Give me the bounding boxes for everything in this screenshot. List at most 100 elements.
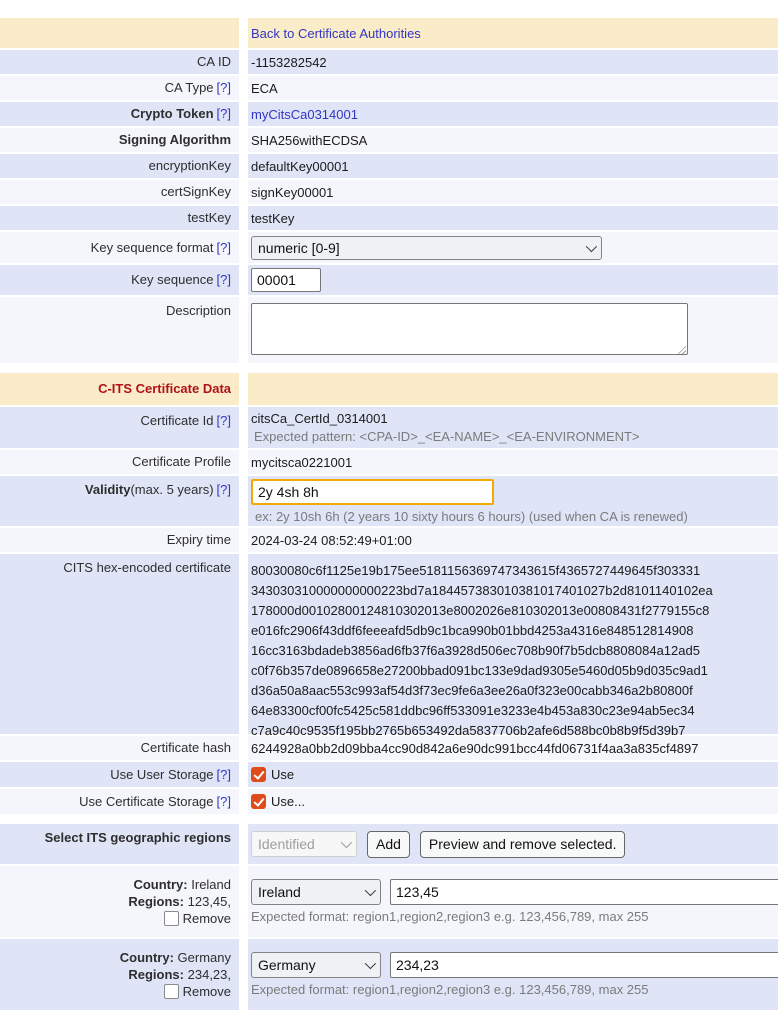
remove-label: Remove [183, 911, 231, 927]
use-user-storage-help-link[interactable]: [?] [217, 767, 231, 782]
use-user-storage-label: Use User Storage [110, 767, 213, 782]
use-user-storage-checkbox[interactable] [251, 767, 266, 782]
row-validity: Validity(max. 5 years) [?] ex: 2y 10sh 6h… [0, 476, 778, 526]
regions-label: Regions: [128, 894, 184, 909]
use-user-storage-checkbox-label: Use [271, 767, 294, 782]
remove-checkbox[interactable] [164, 911, 179, 926]
region-type-select[interactable]: Identified [251, 831, 357, 857]
test-key-label: testKey [188, 210, 231, 226]
description-label: Description [166, 303, 231, 319]
row-crypto-token: Crypto Token[?] myCitsCa0314001 [0, 102, 778, 126]
country-select[interactable]: Germany [251, 952, 381, 978]
cert-sign-key-value: signKey00001 [251, 185, 333, 200]
add-region-button[interactable]: Add [367, 831, 410, 858]
row-expiry-time: Expiry time 2024-03-24 08:52:49+01:00 [0, 528, 778, 552]
chevron-down-icon [365, 884, 376, 895]
value-cell: Back to Certificate Authorities [248, 18, 778, 48]
chevron-down-icon [365, 957, 376, 968]
remove-checkbox[interactable] [164, 984, 179, 999]
signing-algorithm-label: Signing Algorithm [119, 132, 231, 148]
cits-section-title: C-ITS Certificate Data [98, 381, 231, 397]
region-row-germany: Country: Germany Regions: 234,23, Remove… [0, 939, 778, 1010]
validity-label-note: (max. 5 years) [130, 482, 213, 497]
row-encryption-key: encryptionKey defaultKey00001 [0, 154, 778, 178]
row-certificate-id: Certificate Id[?] citsCa_CertId_0314001 … [0, 407, 778, 448]
row-ca-type: CA Type[?] ECA [0, 76, 778, 100]
row-use-user-storage: Use User Storage [?] Use [0, 762, 778, 787]
row-hex-certificate: CITS hex-encoded certificate 80030080c6f… [0, 554, 778, 734]
certificate-id-pattern-hint: Expected pattern: <CPA-ID>_<EA-NAME>_<EA… [251, 429, 640, 445]
row-test-key: testKey testKey [0, 206, 778, 230]
regions-format-hint: Expected format: region1,region2,region3… [251, 909, 649, 925]
certificate-id-label: Certificate Id [141, 413, 214, 428]
key-sequence-format-label: Key sequence format [91, 240, 214, 255]
crypto-token-link[interactable]: myCitsCa0314001 [251, 107, 358, 122]
certificate-hash-label: Certificate hash [141, 740, 231, 756]
key-sequence-format-selected-value: numeric [0-9] [258, 240, 340, 256]
ca-id-label: CA ID [197, 54, 231, 70]
key-sequence-label: Key sequence [131, 272, 213, 287]
row-key-sequence: Key sequence [?] [0, 265, 778, 295]
preview-remove-button[interactable]: Preview and remove selected. [420, 831, 626, 858]
test-key-value: testKey [251, 211, 294, 226]
ca-type-help-link[interactable]: [?] [217, 80, 231, 95]
use-certificate-storage-checkbox[interactable] [251, 794, 266, 809]
country-value: Ireland [191, 877, 231, 892]
region-row-ireland: Country: Ireland Regions: 123,45, Remove… [0, 866, 778, 937]
country-label: Country: [133, 877, 187, 892]
use-certificate-storage-label: Use Certificate Storage [79, 794, 213, 809]
row-certificate-hash: Certificate hash 6244928a0bb2d09bba4cc90… [0, 736, 778, 760]
chevron-down-icon [341, 837, 352, 848]
key-sequence-input[interactable] [251, 268, 321, 292]
row-back-link: Back to Certificate Authorities [0, 18, 778, 48]
regions-input[interactable] [390, 879, 778, 905]
validity-label: Validity [85, 482, 131, 497]
encryption-key-value: defaultKey00001 [251, 159, 349, 174]
country-select-value: Ireland [258, 884, 301, 900]
ca-type-label: CA Type [165, 80, 214, 95]
chevron-down-icon [586, 240, 597, 251]
certificate-id-help-link[interactable]: [?] [217, 413, 231, 428]
section-gap [0, 816, 778, 824]
use-certificate-storage-checkbox-label: Use... [271, 794, 305, 809]
regions-input[interactable] [390, 952, 778, 978]
row-cits-section-header: C-ITS Certificate Data [0, 373, 778, 405]
expiry-time-value: 2024-03-24 08:52:49+01:00 [251, 533, 412, 548]
key-sequence-help-link[interactable]: [?] [217, 272, 231, 287]
regions-format-hint: Expected format: region1,region2,region3… [251, 982, 649, 998]
hex-certificate-text: 80030080c6f1125e19b175ee5181156369747343… [251, 560, 713, 741]
row-certificate-profile: Certificate Profile mycitsca0221001 [0, 450, 778, 474]
certificate-profile-value: mycitsca0221001 [251, 455, 352, 470]
use-certificate-storage-help-link[interactable]: [?] [217, 794, 231, 809]
crypto-token-label: Crypto Token [131, 106, 214, 121]
geographic-regions-label: Select ITS geographic regions [45, 830, 231, 846]
hex-certificate-label: CITS hex-encoded certificate [63, 560, 231, 576]
country-select[interactable]: Ireland [251, 879, 381, 905]
row-key-sequence-format: Key sequence format[?] numeric [0-9] [0, 232, 778, 263]
signing-algorithm-value: SHA256withECDSA [251, 133, 367, 148]
top-whitespace [0, 0, 778, 18]
certificate-id-value: citsCa_CertId_0314001 [251, 411, 388, 426]
validity-input[interactable] [251, 479, 494, 505]
back-to-certificate-authorities-link[interactable]: Back to Certificate Authorities [251, 26, 421, 41]
crypto-token-help-link[interactable]: [?] [217, 106, 231, 121]
cert-sign-key-label: certSignKey [161, 184, 231, 200]
label-cell [0, 18, 239, 48]
validity-help-link[interactable]: [?] [217, 482, 231, 497]
row-ca-id: CA ID -1153282542 [0, 50, 778, 74]
validity-example-hint: ex: 2y 10sh 6h (2 years 10 sixty hours 6… [251, 509, 688, 525]
section-gap [0, 365, 778, 373]
encryption-key-label: encryptionKey [149, 158, 231, 174]
row-cert-sign-key: certSignKey signKey00001 [0, 180, 778, 204]
row-description: Description [0, 297, 778, 363]
country-label: Country: [120, 950, 174, 965]
row-select-geographic-regions: Select ITS geographic regions Identified… [0, 824, 778, 864]
key-sequence-format-help-link[interactable]: [?] [217, 240, 231, 255]
regions-value: 123,45, [188, 894, 231, 909]
region-type-selected-value: Identified [258, 836, 315, 852]
expiry-time-label: Expiry time [167, 532, 231, 548]
description-textarea[interactable] [251, 303, 688, 355]
key-sequence-format-select[interactable]: numeric [0-9] [251, 236, 602, 260]
regions-value: 234,23, [188, 967, 231, 982]
ca-id-value: -1153282542 [251, 55, 327, 70]
